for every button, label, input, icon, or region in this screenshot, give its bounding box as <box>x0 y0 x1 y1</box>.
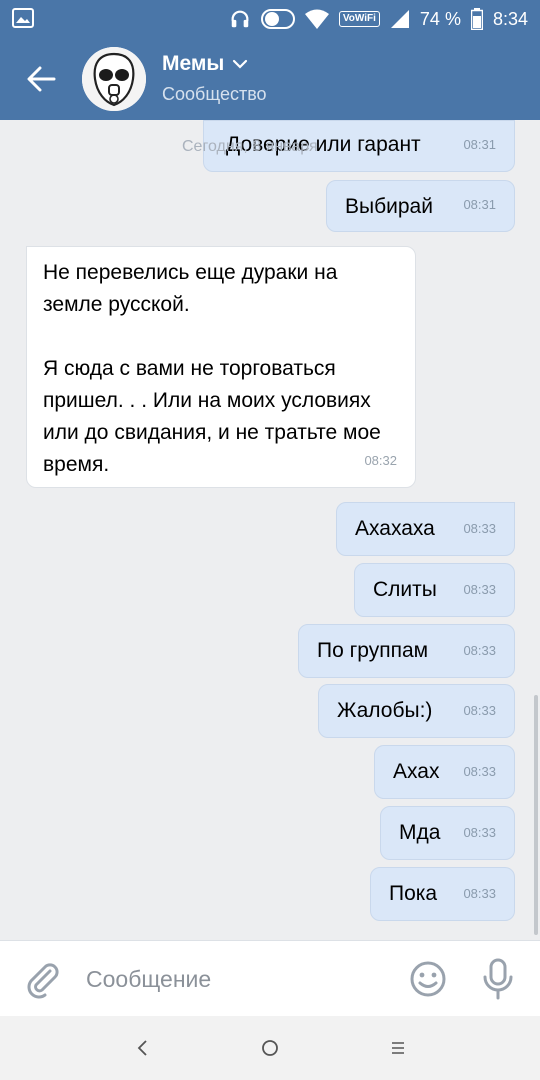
nav-home-button[interactable] <box>250 1032 290 1064</box>
message-outgoing[interactable]: Ахахаха 08:33 <box>336 502 515 556</box>
gas-mask-icon <box>82 47 146 111</box>
chat-subtitle: Сообщество <box>162 84 267 104</box>
message-input[interactable] <box>86 959 386 999</box>
message-time: 08:33 <box>463 886 496 901</box>
smiley-icon <box>410 961 446 997</box>
composer <box>0 940 540 1016</box>
message-text: Слиты <box>373 578 437 601</box>
nav-home-icon <box>262 1040 278 1056</box>
arrow-left-icon <box>27 66 56 92</box>
message-time: 08:33 <box>463 521 496 536</box>
message-time: 08:33 <box>463 764 496 779</box>
battery-percent: 74 % <box>419 8 461 29</box>
system-nav-bar <box>0 1016 540 1080</box>
message-text: Жалобы:) <box>337 699 433 722</box>
message-time: 08:31 <box>463 197 496 212</box>
chat-title: Мемы <box>162 52 225 75</box>
date-overlay: Сегодня, 8 января <box>182 138 318 155</box>
vowifi-badge: VoWiFi <box>338 11 380 27</box>
message-text: Ахах <box>393 760 440 783</box>
signal-icon <box>390 10 409 28</box>
title-dropdown[interactable]: Мемы <box>162 52 267 76</box>
message-outgoing[interactable]: Выбирай 08:31 <box>326 180 515 232</box>
emoji-button[interactable] <box>408 959 448 999</box>
message-time: 08:33 <box>463 703 496 718</box>
chevron-down-icon <box>233 59 248 69</box>
message-text: Ахахаха <box>355 517 435 540</box>
microphone-icon <box>483 958 513 1000</box>
message-text: По группам <box>317 639 429 662</box>
headphones-icon <box>231 10 249 28</box>
attach-button[interactable] <box>22 959 62 999</box>
message-outgoing[interactable]: Жалобы:) 08:33 <box>318 684 515 738</box>
message-paragraph: Я сюда с вами не торговаться пришел. . .… <box>43 357 381 476</box>
scrollbar[interactable] <box>534 695 538 935</box>
message-incoming[interactable]: Не перевелись еще дураки на земле русско… <box>26 246 416 488</box>
avatar[interactable] <box>82 47 146 111</box>
message-outgoing[interactable]: Ахах 08:33 <box>374 745 515 799</box>
battery-icon <box>470 8 483 30</box>
back-button[interactable] <box>18 57 64 101</box>
nav-menu-icon <box>392 1042 404 1054</box>
mic-button[interactable] <box>478 957 518 1001</box>
message-text: Мда <box>399 821 441 844</box>
status-bar: VoWiFi 74 % 8:34 <box>0 0 540 38</box>
nav-back-button[interactable] <box>122 1032 162 1064</box>
message-text: Выбирай <box>345 195 433 218</box>
message-time: 08:33 <box>463 582 496 597</box>
message-outgoing[interactable]: Мда 08:33 <box>380 806 515 860</box>
message-time: 08:31 <box>463 137 496 152</box>
message-time: 08:33 <box>463 825 496 840</box>
message-list[interactable]: Доверие или гарант 08:31 Сегодня, 8 янва… <box>0 120 540 940</box>
message-outgoing[interactable]: По группам 08:33 <box>298 624 515 678</box>
message-time: 08:32 <box>364 453 397 468</box>
chat-header: Мемы Сообщество <box>0 38 540 120</box>
nav-menu-button[interactable] <box>378 1032 418 1064</box>
image-notification-icon <box>12 8 34 28</box>
message-text: Пока <box>389 882 438 905</box>
message-outgoing[interactable]: Пока 08:33 <box>370 867 515 921</box>
clock: 8:34 <box>492 8 528 29</box>
paperclip-icon <box>27 963 59 999</box>
toggle-icon <box>260 9 295 29</box>
nav-back-icon <box>137 1040 147 1056</box>
message-outgoing[interactable]: Слиты 08:33 <box>354 563 515 617</box>
message-paragraph: Не перевелись еще дураки на земле русско… <box>43 261 338 316</box>
wifi-icon <box>304 9 329 29</box>
message-time: 08:33 <box>463 643 496 658</box>
